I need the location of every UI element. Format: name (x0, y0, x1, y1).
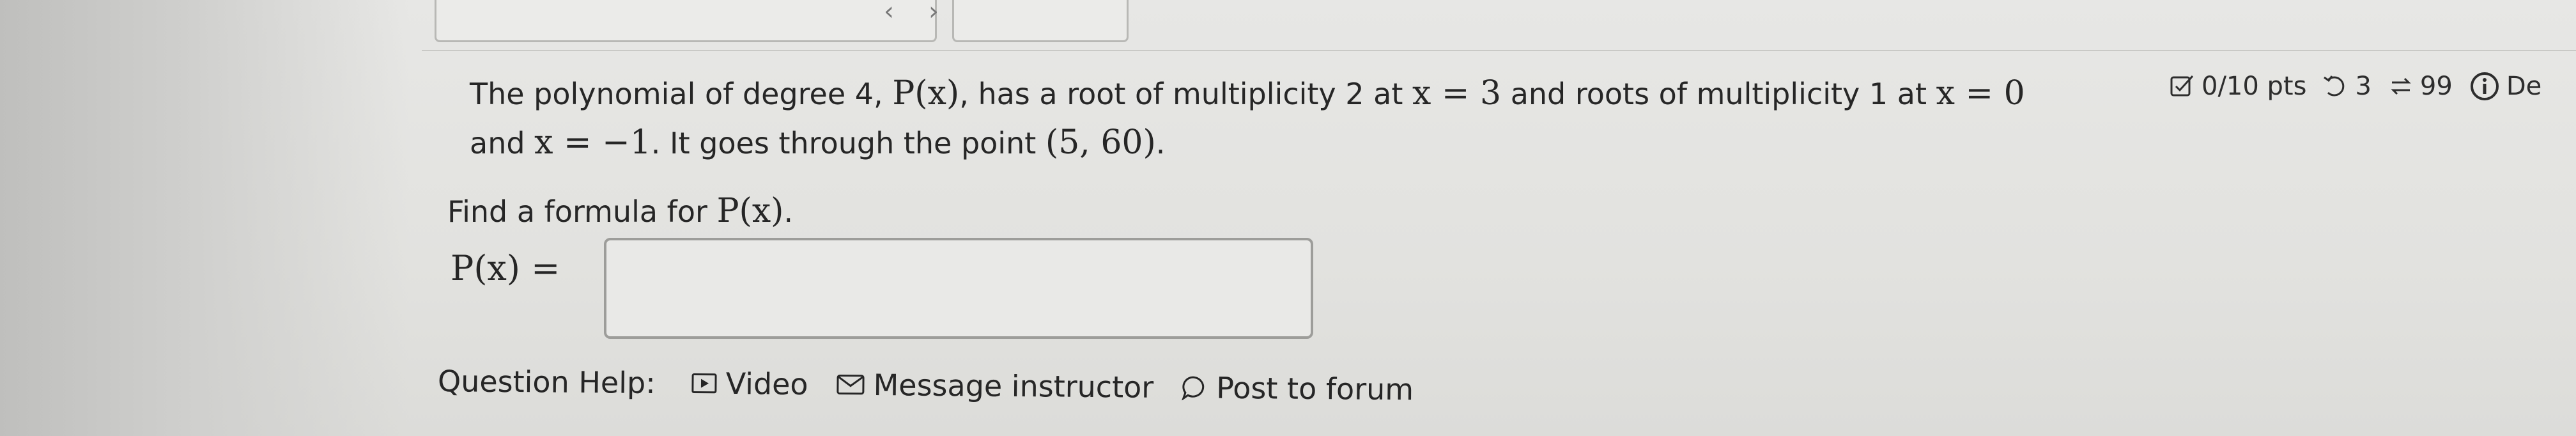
info-icon (2470, 72, 2499, 100)
question-point: (5, 60) (1045, 123, 1156, 162)
question-eq3: x = −1 (534, 123, 651, 162)
prompt-end: . (783, 194, 794, 229)
video-icon (691, 373, 717, 394)
retries-count: 3 (2355, 72, 2372, 101)
post-to-forum-label: Post to forum (1215, 370, 1414, 407)
next-question-button[interactable]: › (929, 0, 1129, 42)
chevron-left-icon: ‹ (884, 0, 894, 26)
details-button[interactable]: De (2469, 71, 2541, 102)
details-label: De (2506, 72, 2542, 101)
speech-bubble-icon (1182, 376, 1205, 401)
question-status-bar: 0/10 pts 3 99 De (2170, 64, 2558, 109)
question-mid3: and (470, 126, 525, 160)
retry-icon (2324, 75, 2345, 97)
question-end: . (1155, 126, 1166, 160)
page-edge-shadow (0, 0, 409, 436)
envelope-icon (837, 374, 865, 395)
video-link[interactable]: Video (691, 366, 808, 401)
header-divider (422, 50, 2576, 51)
attempts-status: 99 (2388, 72, 2453, 101)
chevron-right-icon: › (929, 0, 939, 26)
prompt-text: Find a formula for P(x). (447, 192, 793, 230)
question-mid4: . It goes through the point (651, 126, 1037, 160)
prompt-function: P(x) (716, 192, 784, 230)
score-text: 0/10 pts (2202, 72, 2307, 101)
question-text: The polynomial of degree 4, P(x), has a … (470, 69, 2195, 167)
question-intro: The polynomial of degree 4, (470, 77, 883, 111)
question-eq2: x = 0 (1936, 74, 2025, 113)
video-label: Video (725, 366, 808, 402)
retries-status: 3 (2323, 72, 2372, 101)
question-function: P(x) (892, 74, 960, 113)
question-navigation: ‹ › (435, 0, 1129, 45)
question-mid2: and roots of multiplicity 1 at (1510, 77, 1927, 111)
message-instructor-label: Message instructor (873, 367, 1154, 405)
previous-question-button[interactable]: ‹ (435, 0, 937, 42)
answer-label: P(x) = (451, 248, 560, 288)
attempts-count: 99 (2419, 72, 2453, 101)
question-mid1: , has a root of multiplicity 2 at (959, 77, 1403, 111)
answer-input[interactable] (604, 238, 1313, 339)
question-help-label: Question Help: (437, 364, 656, 400)
question-eq1: x = 3 (1412, 74, 1502, 113)
question-help: Question Help: Video Message instructor … (438, 355, 1442, 416)
attempts-icon (2391, 77, 2411, 95)
message-instructor-link[interactable]: Message instructor (836, 367, 1154, 405)
post-to-forum-link[interactable]: Post to forum (1182, 370, 1414, 407)
prompt-label: Find a formula for (447, 194, 707, 229)
